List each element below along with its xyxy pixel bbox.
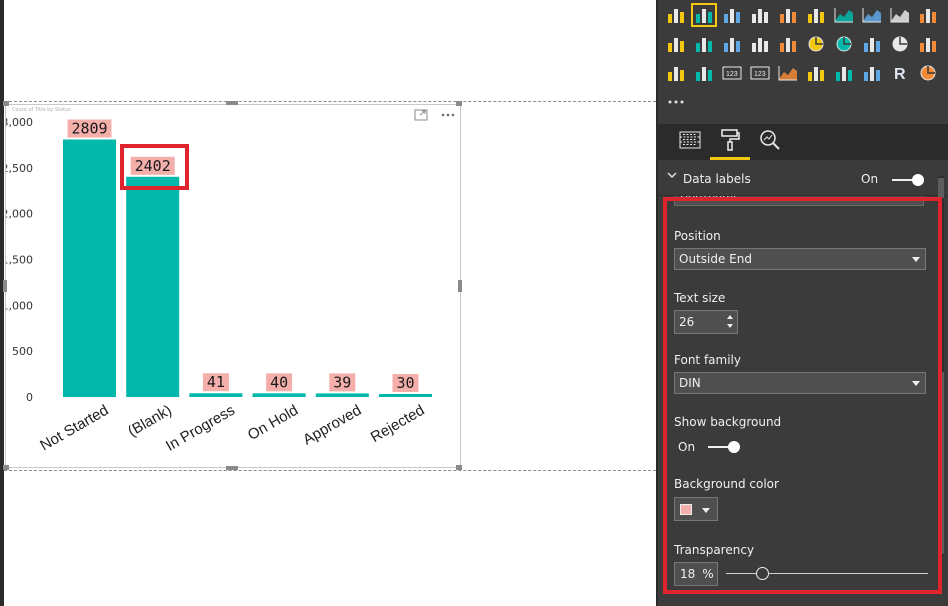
highlight-format-options xyxy=(663,197,942,594)
bar-chart-plot: 3,000 2,500 2,000 1,500 1,000 500 0 2809 Not Sta… xyxy=(6,116,432,455)
analytics-magnifier-icon xyxy=(759,129,781,155)
stacked-bar-icon[interactable] xyxy=(664,4,688,26)
x-category-label: (Blank) xyxy=(125,402,175,440)
area-chart-icon[interactable] xyxy=(860,4,884,26)
resize-handle-top-left[interactable] xyxy=(3,101,9,106)
visualizations-pane: 123 123 R Data labels On Position Outsid… xyxy=(656,0,948,606)
svg-text:R: R xyxy=(894,66,906,82)
funnel-icon[interactable] xyxy=(664,62,688,84)
line-chart-icon[interactable] xyxy=(832,4,856,26)
bar-not-started[interactable] xyxy=(63,139,116,397)
analytics-tab[interactable] xyxy=(754,127,786,157)
visual-selection-guide-bottom xyxy=(4,470,656,471)
kpi-icon[interactable] xyxy=(776,62,800,84)
stacked-area-icon[interactable] xyxy=(888,4,912,26)
data-labels-section-header[interactable]: Data labels On xyxy=(658,162,948,196)
pie-chart-icon[interactable] xyxy=(804,33,828,55)
line-stacked-column-icon[interactable] xyxy=(692,33,716,55)
data-labels-toggle-text: On xyxy=(861,172,879,186)
resize-handle-bottom-left[interactable] xyxy=(3,465,9,470)
gauge-icon[interactable] xyxy=(692,62,716,84)
y-tick-label: 1,000 xyxy=(6,299,33,312)
data-label: 2809 xyxy=(71,120,107,138)
x-category-label: Not Started xyxy=(37,402,111,455)
data-label: 39 xyxy=(333,373,351,391)
visual-selection-guide-top xyxy=(4,101,656,102)
treemap-icon[interactable] xyxy=(860,33,884,55)
resize-handle-right[interactable] xyxy=(458,280,462,292)
pane-scrollbar-top-thumb[interactable] xyxy=(938,178,944,198)
report-canvas[interactable]: Count of Title by Status 3,0002,5002,000… xyxy=(0,0,656,606)
y-tick-label: 1,500 xyxy=(6,254,33,267)
x-category-label: On Hold xyxy=(245,402,301,444)
data-label: 41 xyxy=(207,373,225,391)
bar-blank[interactable] xyxy=(126,176,180,397)
slicer-icon[interactable] xyxy=(804,62,828,84)
bar-approved[interactable] xyxy=(315,393,369,397)
card-icon[interactable]: 123 xyxy=(720,62,744,84)
pane-border xyxy=(656,0,658,606)
y-tick-label: 500 xyxy=(12,345,33,358)
canvas-left-edge xyxy=(0,0,4,606)
app-window: Count of Title by Status 3,0002,5002,000… xyxy=(0,0,948,606)
more-visuals-icon[interactable] xyxy=(664,91,688,113)
r-script-icon[interactable]: R xyxy=(888,62,912,84)
data-label: 40 xyxy=(270,373,288,391)
fields-tab-icon xyxy=(679,131,701,153)
svg-text:123: 123 xyxy=(726,71,738,78)
resize-handle-top-right[interactable] xyxy=(456,101,462,106)
bar-rejected[interactable] xyxy=(379,394,432,397)
visualization-gallery: 123 123 R xyxy=(664,3,944,120)
clustered-bar-icon[interactable] xyxy=(720,4,744,26)
scatter-icon[interactable] xyxy=(776,33,800,55)
multi-row-card-icon[interactable]: 123 xyxy=(748,62,772,84)
svg-text:123: 123 xyxy=(754,71,766,78)
line-clustered-column-icon[interactable] xyxy=(664,33,688,55)
filled-map-icon[interactable] xyxy=(916,33,940,55)
clustered-column-icon[interactable] xyxy=(748,4,772,26)
format-paint-roller-icon xyxy=(720,129,740,155)
line-column-icon[interactable] xyxy=(916,4,940,26)
data-labels-label: Data labels xyxy=(683,172,751,186)
y-tick-label: 2,500 xyxy=(6,162,33,175)
map-icon[interactable] xyxy=(888,33,912,55)
column-chart-visual[interactable]: Count of Title by Status 3,0002,5002,000… xyxy=(5,104,461,468)
matrix-icon[interactable] xyxy=(860,62,884,84)
x-category-label: Rejected xyxy=(368,402,428,446)
ribbon-chart-icon[interactable] xyxy=(720,33,744,55)
resize-handle-left[interactable] xyxy=(3,280,7,292)
100pct-bar-icon[interactable] xyxy=(776,4,800,26)
highlight-blank-label xyxy=(120,144,189,190)
data-labels-toggle[interactable] xyxy=(892,174,924,186)
format-tab[interactable] xyxy=(714,127,746,157)
100pct-column-icon[interactable] xyxy=(804,4,828,26)
table-icon[interactable] xyxy=(832,62,856,84)
waterfall-icon[interactable] xyxy=(748,33,772,55)
x-category-label: In Progress xyxy=(163,402,238,455)
y-tick-label: 2,000 xyxy=(6,208,33,221)
data-label: 30 xyxy=(396,374,414,392)
resize-handle-top[interactable] xyxy=(226,101,238,105)
pane-tabs xyxy=(658,124,948,160)
y-tick-label: 3,000 xyxy=(6,116,33,129)
y-tick-label: 0 xyxy=(26,391,33,404)
x-category-label: Approved xyxy=(300,402,364,449)
donut-chart-icon[interactable] xyxy=(832,33,856,55)
chevron-down-icon xyxy=(666,169,678,184)
bar-in-progress[interactable] xyxy=(189,393,243,397)
resize-handle-bottom-right[interactable] xyxy=(456,465,462,470)
resize-handle-bottom[interactable] xyxy=(226,466,238,470)
bar-on-hold[interactable] xyxy=(252,393,306,397)
stacked-column-icon[interactable] xyxy=(691,3,717,27)
fields-tab[interactable] xyxy=(674,127,706,157)
globe-icon[interactable] xyxy=(916,62,940,84)
format-tab-underline xyxy=(710,157,750,160)
